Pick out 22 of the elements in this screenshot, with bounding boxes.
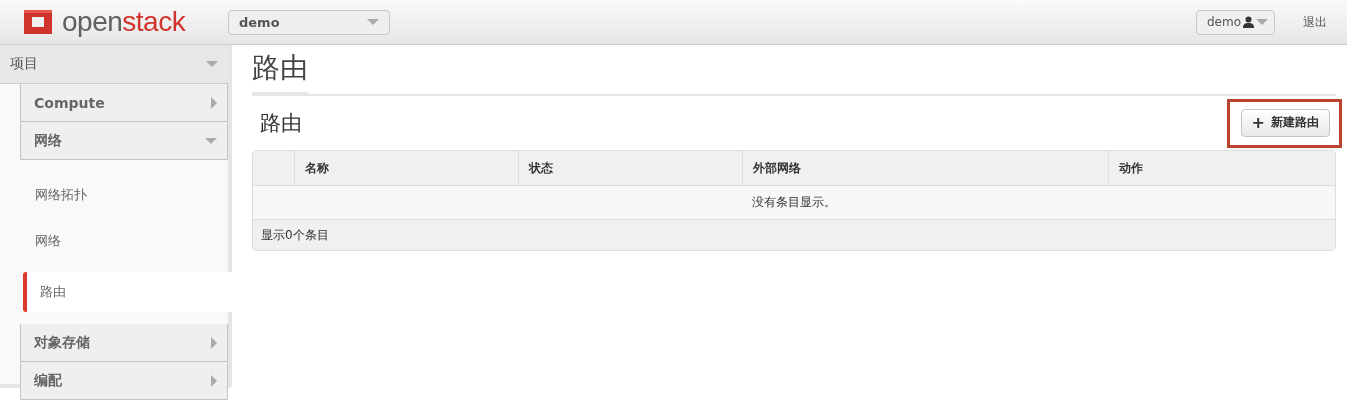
- column-header: 外部网络: [742, 151, 1108, 185]
- empty-message: 没有条目显示。: [752, 194, 836, 211]
- create-router-button[interactable]: + 新建路由: [1240, 108, 1330, 137]
- section-title: 路由: [259, 110, 302, 137]
- sidebar-link[interactable]: 路由: [23, 272, 232, 312]
- sidebar-panel[interactable]: Compute: [20, 84, 228, 122]
- user-icon: [1243, 16, 1254, 28]
- column-header: 名称: [294, 151, 518, 185]
- sidebar-link[interactable]: 网络拓扑: [20, 172, 220, 218]
- project-select[interactable]: demo: [228, 9, 390, 35]
- user-menu-button[interactable]: demo: [1195, 9, 1275, 35]
- sidebar-panel[interactable]: 编配: [20, 362, 228, 400]
- sidebar-dashboard-header[interactable]: 项目: [0, 45, 228, 84]
- sidebar-panel[interactable]: 网络: [20, 122, 228, 160]
- sidebar-panel[interactable]: 对象存储: [20, 324, 228, 362]
- openstack-logo[interactable]: openstack: [22, 6, 228, 38]
- item-count: 显示0个条目: [261, 226, 329, 244]
- column-header: 动作: [1108, 151, 1335, 185]
- logout-link[interactable]: 退出: [1303, 13, 1327, 31]
- sidebar-link[interactable]: 网络: [20, 218, 220, 264]
- column-header: 状态: [518, 151, 742, 185]
- page-title: 路由: [252, 45, 308, 94]
